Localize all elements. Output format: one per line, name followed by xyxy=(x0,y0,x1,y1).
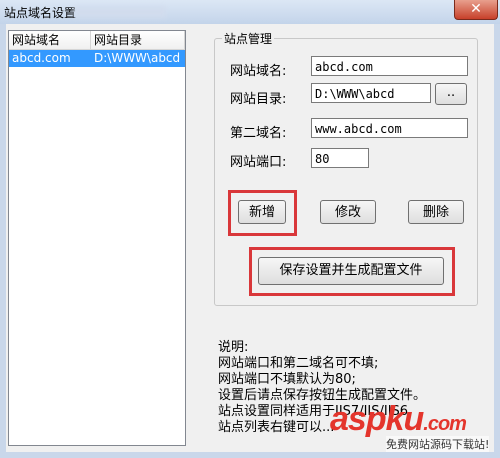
domain-input[interactable]: abcd.com xyxy=(311,56,468,76)
watermark-brand: aspku.com xyxy=(330,400,467,438)
notes-line: 网站端口和第二域名可不填; xyxy=(218,356,379,371)
row-domain-cell: abcd.com xyxy=(12,51,71,65)
notes-line: 站点列表右键可以... xyxy=(218,420,335,435)
domain-label: 网站域名: xyxy=(230,64,287,79)
watermark-tagline: 免费网站源码下载站! xyxy=(386,436,490,452)
second-domain-label: 第二域名: xyxy=(230,126,287,141)
close-button[interactable]: ✕ xyxy=(454,0,498,20)
second-domain-input[interactable]: www.abcd.com xyxy=(311,118,468,138)
edit-button[interactable]: 修改 xyxy=(320,200,376,224)
site-list-header: 网站域名 网站目录 xyxy=(9,31,185,50)
notes-line: 网站端口不填默认为80; xyxy=(218,372,356,387)
port-label: 网站端口: xyxy=(230,155,287,170)
aspku-watermark: aspku.com 免费网站源码下载站! xyxy=(330,400,500,452)
browse-button[interactable]: .. xyxy=(435,83,467,105)
title-bar[interactable]: 站点域名设置 ✕ xyxy=(0,0,500,24)
save-generate-config-button[interactable]: 保存设置并生成配置文件 xyxy=(258,257,444,285)
port-input[interactable]: 80 xyxy=(311,148,369,168)
site-manage-group-title: 站点管理 xyxy=(222,30,275,47)
site-domain-settings-window: 站点域名设置 ✕ 网站域名 网站目录 abcd.com D:\WWW\abcd … xyxy=(0,0,500,458)
directory-label: 网站目录: xyxy=(230,92,287,107)
site-list[interactable]: 网站域名 网站目录 abcd.com D:\WWW\abcd xyxy=(8,30,186,446)
blurred-title-region xyxy=(74,6,166,18)
delete-button[interactable]: 删除 xyxy=(408,200,464,224)
column-header-domain[interactable]: 网站域名 xyxy=(9,31,91,49)
site-list-row[interactable]: abcd.com D:\WWW\abcd xyxy=(9,50,185,67)
add-button[interactable]: 新增 xyxy=(238,200,286,224)
directory-input[interactable]: D:\WWW\abcd xyxy=(311,83,431,103)
row-directory-cell: D:\WWW\abcd xyxy=(94,51,181,65)
window-title: 站点域名设置 xyxy=(4,6,77,20)
notes-heading: 说明: xyxy=(218,340,249,355)
column-header-directory[interactable]: 网站目录 xyxy=(91,31,185,49)
dialog-client-area: 网站域名 网站目录 abcd.com D:\WWW\abcd 站点管理 网站域名… xyxy=(6,24,494,452)
